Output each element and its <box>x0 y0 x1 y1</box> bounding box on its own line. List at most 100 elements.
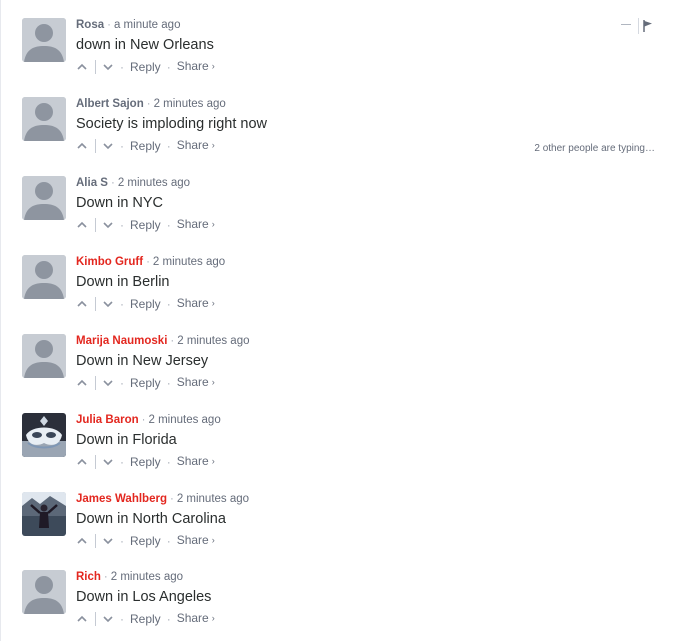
vote-divider <box>95 375 96 390</box>
comment-meta: Rich · 2 minutes ago <box>76 570 660 584</box>
vote-divider <box>95 217 96 232</box>
chevron-up-icon[interactable] <box>76 140 88 152</box>
avatar[interactable] <box>22 413 66 457</box>
share-arrow-icon: › <box>211 219 215 229</box>
chevron-down-icon[interactable] <box>102 298 114 310</box>
comment-text: Down in North Carolina <box>76 511 226 527</box>
chevron-down-icon[interactable] <box>102 613 114 625</box>
share-label: Share <box>176 217 209 231</box>
chevron-up-icon[interactable] <box>76 613 88 625</box>
share-arrow-icon: › <box>211 456 215 466</box>
meta-dot: · <box>146 98 151 110</box>
reply-link[interactable]: Reply <box>130 138 161 154</box>
meta-dot: · <box>146 256 150 268</box>
chevron-down-icon[interactable] <box>102 377 114 389</box>
share-label: Share <box>176 59 209 73</box>
share-arrow-icon: › <box>211 298 215 308</box>
avatar[interactable] <box>22 97 66 141</box>
action-dot: · <box>120 138 124 153</box>
reply-link[interactable]: Reply <box>130 454 161 470</box>
vote-divider <box>95 611 96 626</box>
comment-text: Down in Florida <box>76 432 177 448</box>
action-dot: · <box>120 375 124 390</box>
chevron-up-icon[interactable] <box>76 456 88 468</box>
comment-item: Albert Sajon · 2 minutes ago Society is im… <box>20 97 660 167</box>
author-name[interactable]: Alia S <box>76 177 108 189</box>
reply-link[interactable]: Reply <box>130 217 161 233</box>
action-dot: · <box>120 611 124 626</box>
timestamp[interactable]: 2 minutes ago <box>111 571 183 583</box>
comment-item: Kimbo Gruff · 2 minutes ago Down in Berlin… <box>20 255 660 325</box>
share-link[interactable]: Share › <box>177 532 215 549</box>
share-link[interactable]: Share › <box>177 137 215 154</box>
avatar[interactable] <box>22 334 66 378</box>
timestamp[interactable]: 2 minutes ago <box>148 414 220 426</box>
flag-icon[interactable] <box>643 19 653 32</box>
comment-item: James Wahlberg · 2 minutes ago Down in Nor… <box>20 492 660 562</box>
action-dot: · <box>120 59 124 74</box>
chevron-down-icon[interactable] <box>102 140 114 152</box>
author-name[interactable]: Albert Sajon <box>76 98 144 110</box>
author-name[interactable]: James Wahlberg <box>76 493 167 505</box>
share-link[interactable]: Share › <box>177 610 215 627</box>
share-link[interactable]: Share › <box>177 216 215 233</box>
action-dot: · <box>166 59 171 74</box>
meta-dot: · <box>141 414 146 426</box>
share-label: Share <box>176 611 209 625</box>
author-name[interactable]: Kimbo Gruff <box>76 256 143 268</box>
author-name[interactable]: Julia Baron <box>76 414 139 426</box>
chevron-up-icon[interactable] <box>76 219 88 231</box>
comment-actions: · Reply · Share › <box>76 453 660 470</box>
comment-text: Down in Berlin <box>76 274 170 290</box>
avatar[interactable] <box>22 255 66 299</box>
share-label: Share <box>176 138 209 152</box>
chevron-up-icon[interactable] <box>76 298 88 310</box>
timestamp[interactable]: 2 minutes ago <box>177 493 249 505</box>
chevron-down-icon[interactable] <box>102 219 114 231</box>
minus-icon[interactable] <box>621 24 631 25</box>
author-name[interactable]: Marija Naumoski <box>76 335 167 347</box>
avatar[interactable] <box>22 570 66 614</box>
timestamp[interactable]: 2 minutes ago <box>154 98 226 110</box>
chevron-up-icon[interactable] <box>76 61 88 73</box>
chevron-up-icon[interactable] <box>76 535 88 547</box>
action-dot: · <box>166 611 171 626</box>
comment-meta: Julia Baron · 2 minutes ago <box>76 413 660 427</box>
timestamp[interactable]: 2 minutes ago <box>153 256 225 268</box>
chevron-down-icon[interactable] <box>102 61 114 73</box>
action-dot: · <box>166 375 171 390</box>
reply-link[interactable]: Reply <box>130 375 161 391</box>
reply-link[interactable]: Reply <box>130 533 161 549</box>
timestamp[interactable]: 2 minutes ago <box>177 335 249 347</box>
reply-link[interactable]: Reply <box>130 611 161 627</box>
share-arrow-icon: › <box>211 377 215 387</box>
comment-meta: Marija Naumoski · 2 minutes ago <box>76 334 660 348</box>
meta-dot: · <box>170 335 175 347</box>
chevron-down-icon[interactable] <box>102 456 114 468</box>
reply-link[interactable]: Reply <box>130 59 161 75</box>
comment-actions: · Reply · Share › <box>76 216 660 233</box>
share-label: Share <box>176 454 209 468</box>
timestamp[interactable]: 2 minutes ago <box>118 177 190 189</box>
avatar[interactable] <box>22 492 66 536</box>
timestamp[interactable]: a minute ago <box>114 19 181 31</box>
chevron-down-icon[interactable] <box>102 535 114 547</box>
share-link[interactable]: Share › <box>177 58 215 75</box>
author-name[interactable]: Rosa <box>76 19 104 31</box>
comment-meta: Kimbo Gruff · 2 minutes ago <box>76 255 660 269</box>
chevron-up-icon[interactable] <box>76 377 88 389</box>
share-link[interactable]: Share › <box>177 374 215 391</box>
avatar[interactable] <box>22 176 66 220</box>
comment-text: Down in NYC <box>76 195 164 211</box>
avatar[interactable] <box>22 18 66 62</box>
action-dot: · <box>166 296 171 311</box>
comment-item: Alia S · 2 minutes ago Down in NYC · Reply… <box>20 176 660 246</box>
comment-item: Julia Baron · 2 minutes ago Down in Florid… <box>20 413 660 483</box>
toolbar-divider <box>638 18 639 34</box>
reply-link[interactable]: Reply <box>130 296 161 312</box>
author-name[interactable]: Rich <box>76 571 101 583</box>
share-link[interactable]: Share › <box>177 453 215 470</box>
action-dot: · <box>166 454 171 469</box>
comment-actions: · Reply · Share › <box>76 58 660 75</box>
share-link[interactable]: Share › <box>177 295 215 312</box>
